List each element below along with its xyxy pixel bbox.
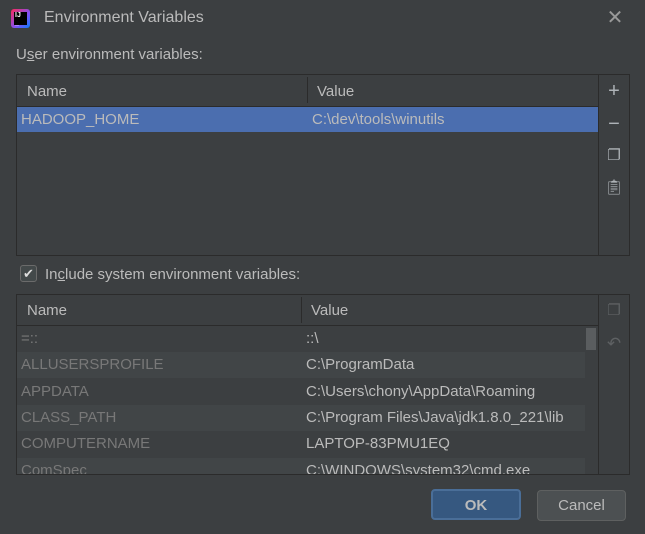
- row-name: APPDATA: [21, 382, 89, 400]
- scrollbar-thumb[interactable]: [586, 328, 596, 350]
- row-value: C:\ProgramData: [306, 356, 415, 374]
- system-table-toolbar: ❐ ↶: [598, 295, 629, 474]
- ok-button[interactable]: OK: [431, 489, 521, 520]
- table-row[interactable]: ComSpec C:\WINDOWS\system32\cmd.exe: [17, 457, 585, 475]
- user-variables-table[interactable]: Name Value HADOOP_HOME C:\dev\tools\winu…: [16, 74, 630, 256]
- title-bar: IJ _ Environment Variables ✕: [0, 0, 645, 36]
- row-value: C:\dev\tools\winutils: [312, 111, 445, 128]
- paste-icon[interactable]: 📋︎: [599, 175, 629, 201]
- close-icon[interactable]: ✕: [603, 6, 627, 30]
- add-icon[interactable]: +: [599, 78, 629, 104]
- row-value: C:\Users\chony\AppData\Roaming: [306, 382, 536, 400]
- remove-icon[interactable]: −: [599, 111, 629, 137]
- table-header: Name Value: [17, 295, 599, 326]
- table-row[interactable]: APPDATA C:\Users\chony\AppData\Roaming: [17, 378, 585, 405]
- row-value: C:\Program Files\Java\jdk1.8.0_221\lib: [306, 408, 564, 426]
- table-row[interactable]: =::::\: [17, 326, 585, 352]
- intellij-app-icon: IJ _: [11, 9, 30, 28]
- user-variables-label: User environment variables:: [16, 46, 203, 63]
- row-value: C:\WINDOWS\system32\cmd.exe: [306, 461, 531, 475]
- column-value-header[interactable]: Value: [317, 83, 354, 100]
- row-name: HADOOP_HOME: [21, 111, 140, 128]
- undo-icon[interactable]: ↶: [599, 331, 629, 357]
- system-variables-table[interactable]: Name Value =::::\ ALLUSERSPROFILE C:\Progr…: [16, 294, 630, 475]
- column-name-header[interactable]: Name: [27, 302, 67, 319]
- copy-icon[interactable]: ❐: [599, 298, 629, 324]
- row-value: LAPTOP-83PMU1EQ: [306, 435, 450, 453]
- window-title: Environment Variables: [44, 9, 204, 26]
- column-name-header[interactable]: Name: [27, 83, 67, 100]
- copy-icon[interactable]: ❐: [599, 143, 629, 169]
- cancel-button[interactable]: Cancel: [537, 490, 626, 521]
- table-header: Name Value: [17, 75, 599, 107]
- table-row[interactable]: COMPUTERNAME LAPTOP-83PMU1EQ: [17, 431, 585, 458]
- row-name: ComSpec: [21, 461, 87, 475]
- user-table-toolbar: + − ❐ 📋︎: [598, 75, 629, 255]
- row-value: ::\: [306, 330, 319, 347]
- include-system-label[interactable]: Include system environment variables:: [45, 266, 300, 283]
- table-row[interactable]: ALLUSERSPROFILE C:\ProgramData: [17, 352, 585, 379]
- row-name: ALLUSERSPROFILE: [21, 356, 164, 374]
- row-name: =::: [21, 330, 39, 347]
- include-system-checkbox[interactable]: ✔: [20, 265, 37, 282]
- table-row[interactable]: CLASS_PATH C:\Program Files\Java\jdk1.8.0…: [17, 404, 585, 431]
- table-row-selected[interactable]: HADOOP_HOME C:\dev\tools\winutils: [17, 107, 599, 132]
- column-value-header[interactable]: Value: [311, 302, 348, 319]
- row-name: COMPUTERNAME: [21, 435, 151, 453]
- row-name: CLASS_PATH: [21, 408, 117, 426]
